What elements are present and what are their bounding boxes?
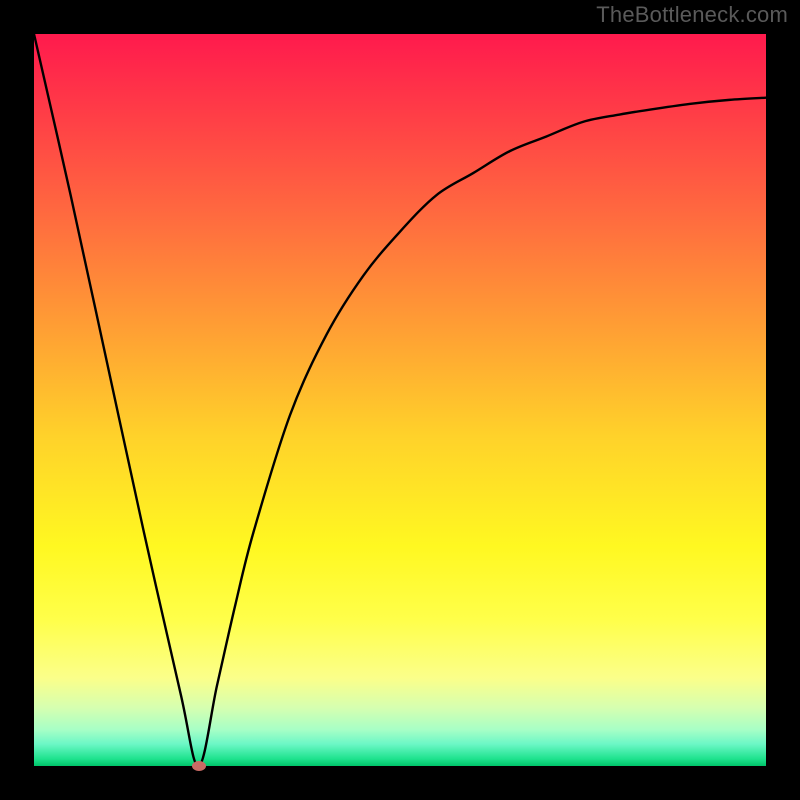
plot-area <box>34 34 766 766</box>
watermark-text: TheBottleneck.com <box>596 2 788 28</box>
chart-frame: TheBottleneck.com <box>0 0 800 800</box>
bottleneck-curve <box>34 34 766 766</box>
minimum-marker <box>192 761 206 771</box>
